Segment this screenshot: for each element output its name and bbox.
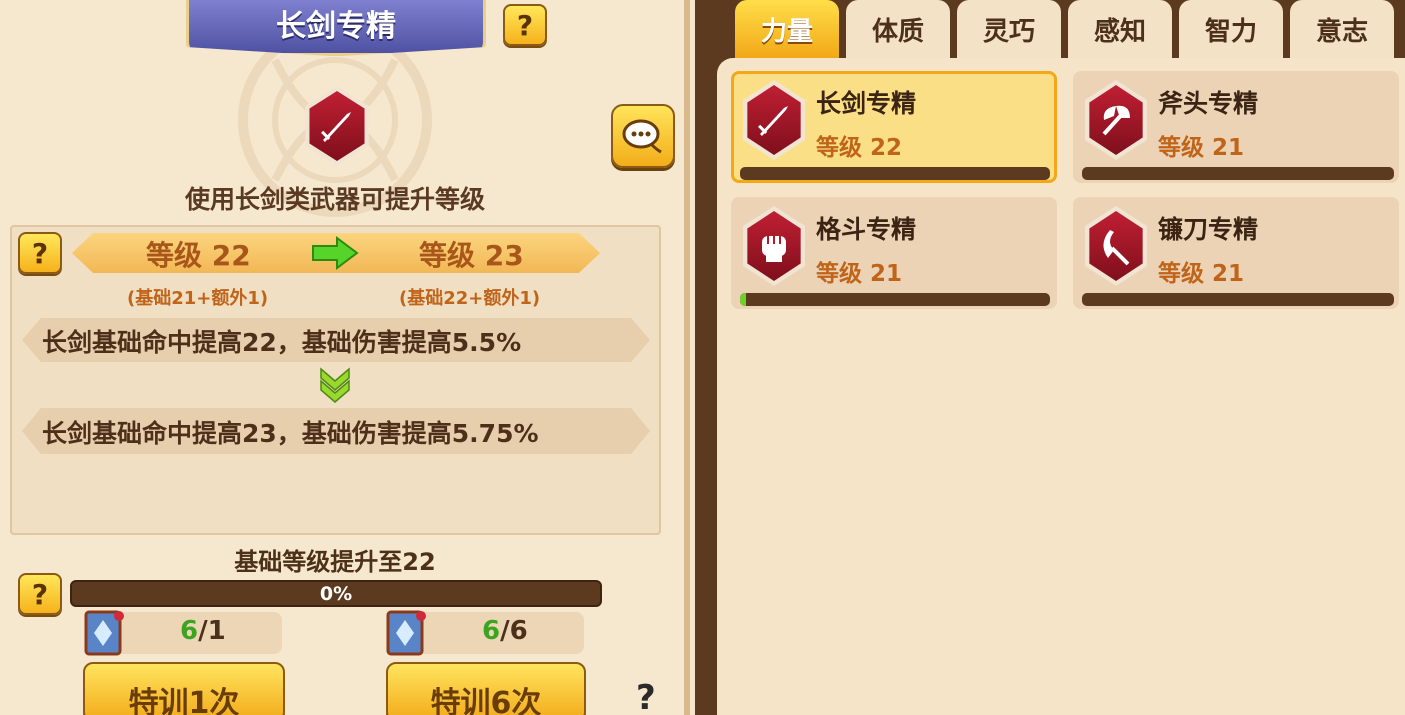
help-button-progress[interactable]: ?: [18, 573, 62, 615]
chat-button[interactable]: [611, 104, 675, 168]
skill-list-panel: 力量 体质 灵巧 感知 智力 意志 长剑专精 等级 22 斧头专精 等级 21 …: [695, 0, 1405, 715]
next-level: 等级 23: [419, 239, 524, 272]
tab-intelligence[interactable]: 智力: [1179, 0, 1283, 58]
current-level: 等级 22: [146, 239, 251, 272]
tab-agility[interactable]: 灵巧: [957, 0, 1061, 58]
tab-willpower[interactable]: 意志: [1290, 0, 1394, 58]
title-banner: 长剑专精: [186, 0, 486, 56]
double-chevron-down-icon: [320, 367, 350, 403]
cost-count-1: 6/1: [180, 616, 226, 646]
chat-bubble-icon: [622, 119, 662, 154]
skill-card-fist[interactable]: 格斗专精 等级 21: [731, 197, 1057, 309]
tab-strength[interactable]: 力量: [735, 0, 839, 58]
skill-progress-bar: [740, 293, 1050, 306]
train-six-button[interactable]: 特训6次: [386, 662, 586, 715]
fist-icon: [762, 236, 786, 262]
tab-bar: 力量 体质 灵巧 感知 智力 意志: [735, 0, 1405, 58]
cost-count-6: 6/6: [482, 616, 528, 646]
page-title: 长剑专精: [276, 8, 396, 44]
skill-detail-panel: 长剑专精 ? 使用长剑类武器可提升等级 ? 等级 22 等级 23 (基础21+…: [0, 0, 690, 715]
skill-description: 使用长剑类武器可提升等级: [184, 185, 485, 214]
skill-progress-fill: [740, 293, 747, 306]
sword-icon: [758, 106, 788, 136]
skill-name: 长剑专精: [816, 89, 917, 118]
skill-icon-frame: [1085, 80, 1147, 160]
skill-progress-bar: [1082, 167, 1394, 180]
current-effect: 长剑基础命中提高22，基础伤害提高5.5%: [42, 328, 522, 357]
current-level-breakdown: (基础21+额外1): [127, 288, 269, 309]
skill-card-longsword[interactable]: 长剑专精 等级 22: [731, 71, 1057, 183]
training-progress-text: 0%: [319, 583, 353, 605]
axe-icon: [1102, 105, 1130, 136]
training-book-icon: [386, 610, 426, 656]
skill-name: 镰刀专精: [1158, 215, 1259, 244]
skill-progress-bar: [740, 167, 1050, 180]
base-upgrade-text: 基础等级提升至22: [234, 548, 436, 576]
skill-name: 格斗专精: [816, 215, 917, 244]
tab-perception[interactable]: 感知: [1068, 0, 1172, 58]
train-once-button[interactable]: 特训1次: [83, 662, 285, 715]
skill-name: 斧头专精: [1158, 89, 1259, 118]
help-mark[interactable]: ?: [636, 678, 656, 715]
next-effect: 长剑基础命中提高23，基础伤害提高5.75%: [42, 419, 539, 448]
skill-level: 等级 21: [1158, 261, 1245, 287]
help-button-title[interactable]: ?: [503, 4, 547, 46]
skill-level: 等级 22: [816, 135, 903, 161]
arrow-right-icon: [312, 236, 359, 270]
skill-icon-frame: [1085, 206, 1147, 286]
sword-icon: [321, 112, 351, 142]
training-book-icon: [84, 610, 124, 656]
scythe-icon: [1103, 230, 1130, 266]
help-button-level[interactable]: ?: [18, 232, 62, 274]
skill-level: 等级 21: [1158, 135, 1245, 161]
skill-card-scythe[interactable]: 镰刀专精 等级 21: [1073, 197, 1399, 309]
training-progress-bar: 0%: [70, 580, 602, 607]
next-level-breakdown: (基础22+额外1): [399, 288, 541, 309]
skill-level: 等级 21: [816, 261, 903, 287]
skill-card-axe[interactable]: 斧头专精 等级 21: [1073, 71, 1399, 183]
skill-progress-bar: [1082, 293, 1394, 306]
skill-icon-frame: [743, 80, 805, 160]
skill-icon-frame: [743, 206, 805, 286]
tab-constitution[interactable]: 体质: [846, 0, 950, 58]
